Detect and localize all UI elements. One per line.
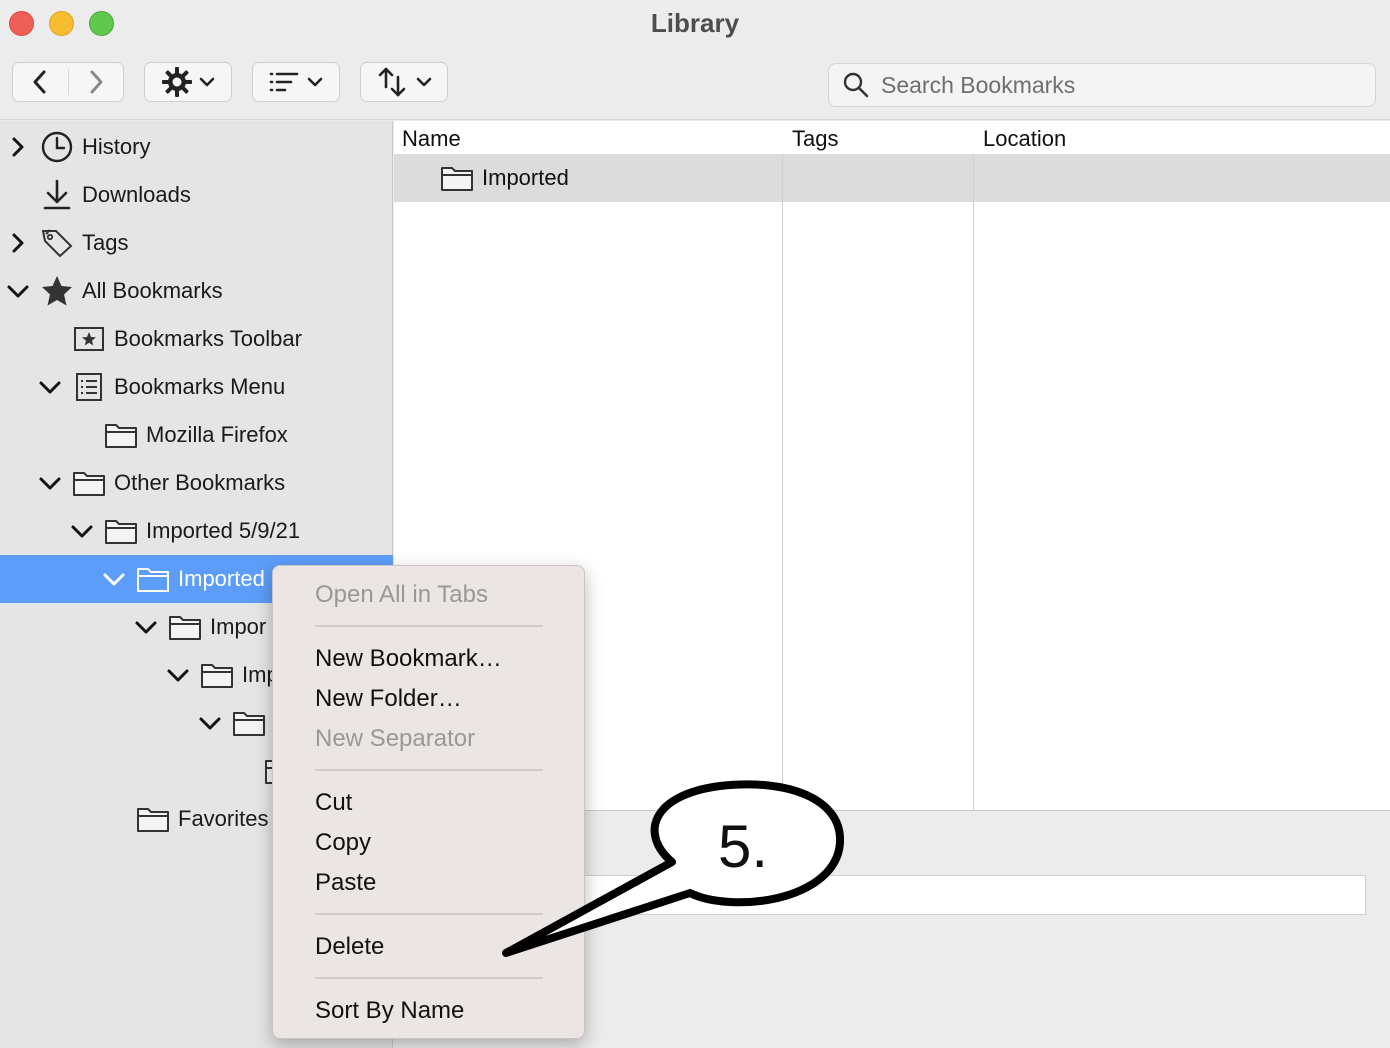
menu-separator (315, 769, 543, 771)
menu-item-sort-by-name[interactable]: Sort By Name (315, 997, 464, 1025)
sidebar-item-label: Imported 5/9/21 (146, 518, 301, 543)
clock-icon (40, 130, 74, 164)
sidebar-item-tags[interactable]: Tags (0, 219, 393, 267)
menu-item-new-separator[interactable]: New Separator (315, 725, 475, 753)
sidebar-item-label: Downloads (82, 182, 191, 207)
chevron-down-icon (416, 77, 432, 87)
folder-icon (168, 610, 202, 644)
sidebar-item-label: All Bookmarks (82, 278, 223, 303)
sidebar-item-label: Favorites (178, 806, 269, 831)
chevron-left-icon (33, 70, 46, 94)
menu-item-cut[interactable]: Cut (315, 789, 352, 817)
folder-icon (232, 706, 266, 740)
column-header-name[interactable]: Name (402, 126, 461, 152)
navigation-buttons (12, 62, 124, 102)
folder-icon (440, 161, 474, 195)
up-down-arrows-icon (378, 67, 406, 97)
menu-item-delete[interactable]: Delete (315, 933, 384, 961)
import-export-button[interactable] (360, 62, 448, 102)
sidebar-item-label: History (82, 134, 151, 159)
sidebar-item-bookmarks-toolbar[interactable]: Bookmarks Toolbar (0, 315, 393, 363)
folder-icon (72, 466, 106, 500)
menu-item-paste[interactable]: Paste (315, 869, 376, 897)
menu-item-new-folder[interactable]: New Folder… (315, 685, 462, 713)
chevron-right-icon[interactable] (6, 231, 30, 255)
chevron-right-icon (90, 70, 103, 94)
folder-icon (104, 418, 138, 452)
column-header-tags[interactable]: Tags (792, 126, 838, 152)
sidebar-item-all-bookmarks[interactable]: All Bookmarks (0, 267, 393, 315)
sidebar-item-label: Other Bookmarks (114, 470, 286, 495)
sidebar-item-other-bookmarks[interactable]: Other Bookmarks (0, 459, 393, 507)
forward-button[interactable] (68, 63, 123, 101)
sidebar-item-label: Mozilla Firefox (146, 422, 288, 447)
chevron-down-icon[interactable] (166, 663, 190, 687)
menu-item-copy[interactable]: Copy (315, 829, 371, 857)
column-divider (782, 121, 783, 811)
star-icon (40, 274, 74, 308)
chevron-down-icon[interactable] (38, 471, 62, 495)
search-field[interactable] (828, 63, 1376, 107)
callout-label: 5. (718, 813, 769, 880)
column-header-row: Name Tags Location (394, 121, 1390, 154)
toolbar-star-icon (72, 322, 106, 356)
menu-separator (315, 625, 543, 627)
chevron-down-icon (199, 77, 215, 87)
chevron-down-icon[interactable] (70, 519, 94, 543)
speech-bubble-callout (502, 780, 845, 957)
column-divider (973, 121, 974, 811)
menu-separator (315, 977, 543, 979)
download-icon (40, 178, 74, 212)
sidebar-item-label: Bookmarks Menu (114, 374, 286, 399)
menu-item-open-all-in-tabs[interactable]: Open All in Tabs (315, 581, 488, 609)
column-header-location[interactable]: Location (983, 126, 1066, 152)
folder-icon (136, 562, 170, 596)
folder-icon (200, 658, 234, 692)
back-button[interactable] (13, 63, 68, 101)
sidebar-item-label: Bookmarks Toolbar (114, 326, 302, 351)
sidebar-item-mozilla-firefox[interactable]: Mozilla Firefox (0, 411, 393, 459)
folder-icon (104, 514, 138, 548)
sidebar-item-imported-5-9-21[interactable]: Imported 5/9/21 (0, 507, 393, 555)
chevron-down-icon[interactable] (102, 567, 126, 591)
sidebar-item-label: Tags (82, 230, 129, 255)
row-name: Imported (482, 165, 569, 190)
menu-item-new-bookmark[interactable]: New Bookmark… (315, 645, 502, 673)
list-icon (269, 72, 299, 92)
search-input[interactable] (881, 71, 1361, 99)
table-row[interactable]: Imported (394, 154, 1390, 202)
chevron-down-icon (307, 77, 323, 87)
chevron-down-icon[interactable] (134, 615, 158, 639)
title-bar: Library (0, 0, 1390, 120)
sidebar-item-label: Imported (178, 566, 265, 591)
sidebar-item-label: Impor (210, 614, 267, 639)
tag-icon (40, 226, 74, 260)
search-icon (841, 70, 871, 100)
chevron-right-icon[interactable] (6, 135, 30, 159)
chevron-down-icon[interactable] (6, 279, 30, 303)
column-divider (973, 154, 974, 202)
menu-list-icon (72, 370, 106, 404)
column-divider (782, 154, 783, 202)
chevron-down-icon[interactable] (38, 375, 62, 399)
chevron-down-icon[interactable] (198, 711, 222, 735)
sidebar-item-history[interactable]: History (0, 123, 393, 171)
organize-button[interactable] (144, 62, 232, 102)
window-title: Library (650, 8, 740, 38)
gear-icon (162, 67, 192, 97)
sidebar-item-downloads[interactable]: Downloads (0, 171, 393, 219)
folder-icon (136, 802, 170, 836)
views-button[interactable] (252, 62, 340, 102)
sidebar-item-bookmarks-menu[interactable]: Bookmarks Menu (0, 363, 393, 411)
